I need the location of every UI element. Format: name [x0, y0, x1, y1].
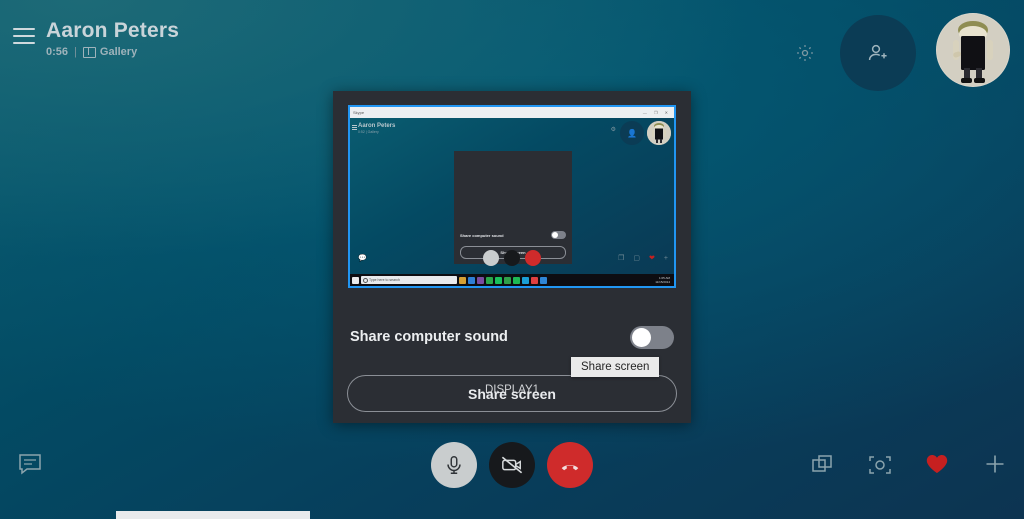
share-computer-sound-label: Share computer sound — [350, 329, 508, 345]
call-header: Aaron Peters 0:56 | Gallery — [0, 0, 1024, 100]
nested-right-controls: ❐ ▢ ❤ + — [618, 254, 668, 263]
snapshot-camera-icon[interactable] — [867, 453, 893, 477]
taskbar-app-icon — [468, 276, 475, 284]
screen-share-icon[interactable] — [810, 453, 836, 477]
share-computer-sound-row: Share computer sound — [350, 323, 674, 351]
nested-screenshot: Skype — ❐ ✕ Aaron Peters 0:52 | Gallery … — [350, 107, 674, 286]
nested-call-title: Aaron Peters — [358, 123, 396, 129]
page-title: Aaron Peters — [46, 19, 180, 42]
taskbar-app-icon — [459, 276, 466, 284]
nested-sound-label: Share computer sound — [460, 232, 504, 238]
call-duration: 0:56 — [46, 46, 69, 58]
share-screen-button[interactable]: Share screen — [347, 375, 677, 412]
microphone-button[interactable] — [431, 442, 477, 488]
nested-window-titlebar: Skype — ❐ ✕ — [350, 107, 674, 118]
nested-header: Aaron Peters 0:52 | Gallery — [358, 123, 395, 134]
chat-bubble-icon[interactable] — [17, 452, 43, 476]
taskbar-app-icon — [513, 276, 520, 284]
nested-share-dialog: Share computer sound Share screen — [454, 151, 572, 264]
taskbar-app-icon — [495, 276, 502, 284]
hamburger-line — [352, 128, 357, 130]
hamburger-line — [13, 42, 35, 44]
call-title-block: Aaron Peters 0:56 | Gallery — [46, 18, 179, 58]
nested-call-subtitle: 0:52 | Gallery — [358, 130, 379, 134]
nested-window-title: Skype — [353, 110, 365, 115]
toggle-knob — [632, 327, 651, 347]
nested-call-area: Aaron Peters 0:52 | Gallery ⚙ 👤 Share co… — [350, 118, 674, 274]
plus-icon[interactable] — [982, 452, 1008, 476]
nested-sound-row: Share computer sound — [460, 231, 566, 239]
share-computer-sound-toggle[interactable] — [630, 325, 674, 349]
taskbar-app-icon — [522, 276, 529, 284]
view-mode-label: Gallery — [99, 46, 138, 58]
nested-taskbar-clock: 1:05 AM 11/15/2014 — [655, 276, 672, 284]
taskbar-app-icon — [531, 276, 538, 284]
camera-off-button[interactable] — [489, 442, 535, 488]
gallery-grid-icon — [82, 46, 96, 58]
add-person-button[interactable] — [840, 15, 916, 91]
clock-date: 11/15/2014 — [655, 280, 670, 284]
toggle-knob — [552, 232, 558, 238]
nested-end-call-button — [525, 250, 541, 266]
nested-plus-icon: + — [663, 254, 668, 262]
hamburger-icon[interactable] — [13, 28, 35, 44]
end-call-button[interactable] — [547, 442, 593, 488]
gear-icon[interactable] — [795, 43, 815, 63]
share-screen-tooltip: Share screen — [571, 357, 660, 377]
nested-mic-button — [483, 250, 499, 266]
hamburger-line — [352, 126, 357, 128]
nested-heart-icon: ❤ — [649, 255, 655, 262]
call-subtitle: 0:56 | Gallery — [46, 46, 179, 58]
nested-add-person-icon: 👤 — [620, 121, 644, 145]
nested-camera-button — [504, 250, 520, 266]
hamburger-line — [352, 125, 357, 126]
view-mode-chip[interactable]: Gallery — [82, 46, 138, 58]
nested-taskbar: Type here to search 1:05 AM 11/15/2014 — [350, 274, 674, 286]
nested-taskbar-search: Type here to search — [361, 276, 457, 284]
taskbar-search-placeholder: Type here to search — [369, 278, 400, 282]
taskbar-app-icon — [486, 276, 493, 284]
hamburger-line — [13, 35, 35, 37]
nested-avatar — [647, 121, 671, 145]
nested-sound-toggle — [551, 231, 566, 239]
taskbar-app-icon — [540, 276, 547, 284]
hamburger-line — [13, 28, 35, 30]
heart-icon[interactable] — [924, 452, 950, 476]
subtitle-separator: | — [74, 46, 77, 58]
nested-gear-icon: ⚙ — [610, 127, 616, 133]
nested-snapshot-camera-icon: ▢ — [633, 255, 641, 262]
nested-window-controls: — ❐ ✕ — [642, 110, 671, 115]
display-thumbnail[interactable]: Skype — ❐ ✕ Aaron Peters 0:52 | Gallery … — [348, 105, 676, 288]
taskbar-app-icon — [504, 276, 511, 284]
nested-screen-share-icon: ❐ — [618, 255, 625, 262]
avatar[interactable] — [936, 13, 1010, 87]
bottom-window-strip — [116, 511, 310, 519]
windows-start-icon — [352, 276, 359, 284]
taskbar-app-icon — [477, 276, 484, 284]
nested-hamburger-icon — [352, 125, 357, 131]
